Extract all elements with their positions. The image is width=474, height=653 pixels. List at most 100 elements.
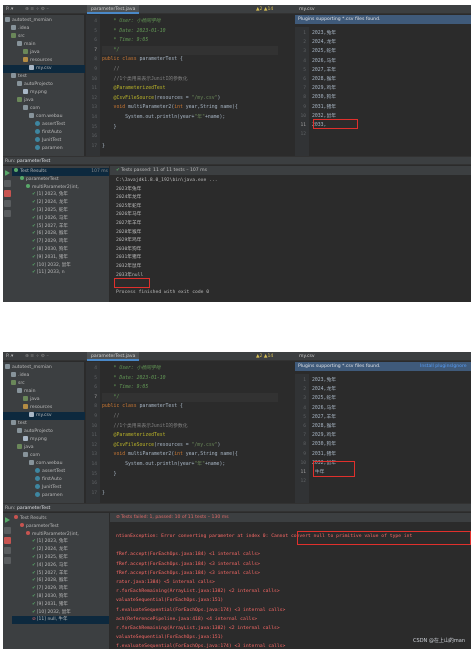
- test-result-row[interactable]: multiParameter2(int,: [12, 530, 109, 539]
- tree-item[interactable]: .idea: [3, 372, 85, 380]
- tree-item[interactable]: com: [3, 105, 85, 113]
- code-line: //1个类用来表示JunitI的参数化: [102, 75, 188, 84]
- pass-check-icon: ✔: [32, 262, 36, 268]
- sort-icon[interactable]: [4, 547, 11, 554]
- test-result-row[interactable]: ✔[5] 2027, 羊年: [12, 223, 109, 231]
- tree-item[interactable]: src: [3, 33, 85, 41]
- test-result-row[interactable]: ✔[9] 2031, 猪年: [12, 254, 109, 262]
- test-result-row[interactable]: ✔[9] 2031, 猪年: [12, 601, 109, 609]
- settings-icon[interactable]: [4, 557, 11, 564]
- tree-item[interactable]: my.png: [3, 436, 85, 444]
- test-result-row[interactable]: ✔[10] 2032, 鼠年: [12, 262, 109, 270]
- test-result-row[interactable]: ✔[8] 2030, 狗年: [12, 593, 109, 601]
- csv-editor[interactable]: 2023,兔年 2024,龙年 2025,蛇年 2026,马年 2027,羊年 2028,…: [310, 27, 471, 157]
- test-result-row[interactable]: ⊘[11] null, 牛年: [12, 616, 109, 624]
- test-result-row[interactable]: ✔[6] 2028, 猴年: [12, 230, 109, 238]
- tree-item[interactable]: autotest_msmian: [3, 364, 85, 372]
- project-menu[interactable]: P..▾: [6, 353, 13, 360]
- file-icon: [29, 412, 34, 417]
- inspection-widget[interactable]: ▲2 ▲14: [256, 353, 273, 360]
- test-result-row[interactable]: ✔[10] 2032, 鼠年: [12, 609, 109, 617]
- tree-item[interactable]: resources: [3, 404, 85, 412]
- sort-icon[interactable]: [4, 200, 11, 207]
- stop-icon[interactable]: [4, 190, 11, 197]
- test-result-row[interactable]: ✔[5] 2027, 羊年: [12, 570, 109, 578]
- stop-icon[interactable]: [4, 537, 11, 544]
- stack-trace-text: fRef.accept(ForEachOps.java:184) <1 inte…: [116, 552, 260, 558]
- tree-item[interactable]: JunitTest: [3, 484, 85, 492]
- rerun-failed-icon[interactable]: [4, 527, 11, 534]
- run-tab[interactable]: parameterTest: [17, 505, 50, 512]
- test-result-row[interactable]: ✔[6] 2028, 猴年: [12, 577, 109, 585]
- run-tab[interactable]: parameterTest: [17, 158, 50, 165]
- code-editor[interactable]: * User: 小杨同学哈 * Date: 2023-01-10 * Time:…: [100, 15, 290, 156]
- test-result-row[interactable]: multiParameter2(int,: [12, 183, 109, 192]
- ignore-link[interactable]: Ignore: [452, 362, 467, 371]
- test-result-row[interactable]: ✔[7] 2029, 鸡年: [12, 238, 109, 246]
- test-result-row[interactable]: ✔[7] 2029, 鸡年: [12, 585, 109, 593]
- tree-item[interactable]: main: [3, 388, 85, 396]
- rerun-failed-icon[interactable]: [4, 180, 11, 187]
- tree-item[interactable]: autotest_msmian: [3, 17, 85, 25]
- tree-item[interactable]: com.webau: [3, 113, 85, 121]
- tree-item[interactable]: paramen: [3, 492, 85, 500]
- test-result-row[interactable]: ✔[4] 2026, 马年: [12, 215, 109, 223]
- tree-item[interactable]: assertTest: [3, 121, 85, 129]
- test-result-row[interactable]: ✔[1] 2023, 兔年: [12, 538, 109, 546]
- tab-my-csv[interactable]: my.csv: [295, 352, 319, 361]
- code-line: * Date: 2023-01-10: [102, 374, 166, 383]
- tree-item[interactable]: JunitTest: [3, 137, 85, 145]
- console-line: 2030年狗年: [116, 246, 142, 252]
- console-line: valuateSequential(ForEachOps.java:151): [116, 634, 223, 642]
- test-result-row[interactable]: ✔[11] 2033, n: [12, 269, 109, 277]
- tree-item[interactable]: resources: [3, 57, 85, 65]
- tree-item[interactable]: com.webau: [3, 460, 85, 468]
- tree-item[interactable]: test: [3, 73, 85, 81]
- test-result-row[interactable]: ✔[1] 2023, 兔年: [12, 191, 109, 199]
- pass-check-icon: ✔: [32, 239, 36, 245]
- csv-editor[interactable]: 2023,兔年 2024,龙年 2025,蛇年 2026,马年 2027,羊年 2028,…: [310, 374, 471, 504]
- tab-parameter-test[interactable]: parameterTest.java: [87, 352, 140, 361]
- tree-item[interactable]: paramen: [3, 145, 85, 153]
- test-result-row[interactable]: ✔[3] 2025, 蛇年: [12, 207, 109, 215]
- tree-item[interactable]: .idea: [3, 25, 85, 33]
- tab-my-csv[interactable]: my.csv: [295, 5, 319, 14]
- tree-item[interactable]: my.png: [3, 89, 85, 97]
- tree-item[interactable]: autoProjecto: [3, 428, 85, 436]
- inspection-widget[interactable]: ▲2 ▲14: [256, 6, 273, 13]
- test-result-row[interactable]: parameterTest: [12, 522, 109, 531]
- tree-item[interactable]: com: [3, 452, 85, 460]
- code-editor[interactable]: * User: 小杨同学哈 * Date: 2023-01-10 * Time:…: [100, 362, 290, 503]
- test-result-row[interactable]: ✔[2] 2024, 龙年: [12, 546, 109, 554]
- tree-item[interactable]: src: [3, 380, 85, 388]
- install-plugins-link[interactable]: Install plugins: [420, 362, 452, 371]
- test-result-row[interactable]: Test Results: [12, 515, 109, 523]
- tree-item[interactable]: main: [3, 41, 85, 49]
- tree-item[interactable]: java: [3, 49, 85, 57]
- tree-item[interactable]: test: [3, 420, 85, 428]
- tab-parameter-test[interactable]: parameterTest.java: [87, 5, 140, 14]
- tree-item[interactable]: firstAuto: [3, 129, 85, 137]
- test-result-row[interactable]: ✔[8] 2030, 狗年: [12, 246, 109, 254]
- test-result-row[interactable]: parameterTest: [12, 175, 109, 184]
- test-result-row[interactable]: ✔[3] 2025, 蛇年: [12, 554, 109, 562]
- tree-item[interactable]: assertTest: [3, 468, 85, 476]
- rerun-icon[interactable]: [5, 170, 10, 176]
- tree-item[interactable]: my.csv: [3, 412, 85, 420]
- tree-item[interactable]: java: [3, 396, 85, 404]
- tree-item[interactable]: java: [3, 97, 85, 105]
- rerun-icon[interactable]: [5, 517, 10, 523]
- tree-item[interactable]: firstAuto: [3, 476, 85, 484]
- settings-icon[interactable]: [4, 210, 11, 217]
- project-menu[interactable]: P..▾: [6, 6, 13, 13]
- test-result-row[interactable]: ✔[2] 2024, 龙年: [12, 199, 109, 207]
- test-result-label: [2] 2024, 龙年: [36, 200, 68, 206]
- test-result-label: [10] 2032, 鼠年: [36, 609, 71, 615]
- test-result-row[interactable]: ✔[4] 2026, 马年: [12, 562, 109, 570]
- tree-item[interactable]: my.csv: [3, 65, 85, 73]
- test-result-row[interactable]: Test Results 107 ms: [12, 168, 109, 176]
- tree-item[interactable]: java: [3, 444, 85, 452]
- csv-line-number: 9: [303, 104, 306, 110]
- tree-item[interactable]: autoProjecto: [3, 81, 85, 89]
- pass-icon: [26, 183, 30, 188]
